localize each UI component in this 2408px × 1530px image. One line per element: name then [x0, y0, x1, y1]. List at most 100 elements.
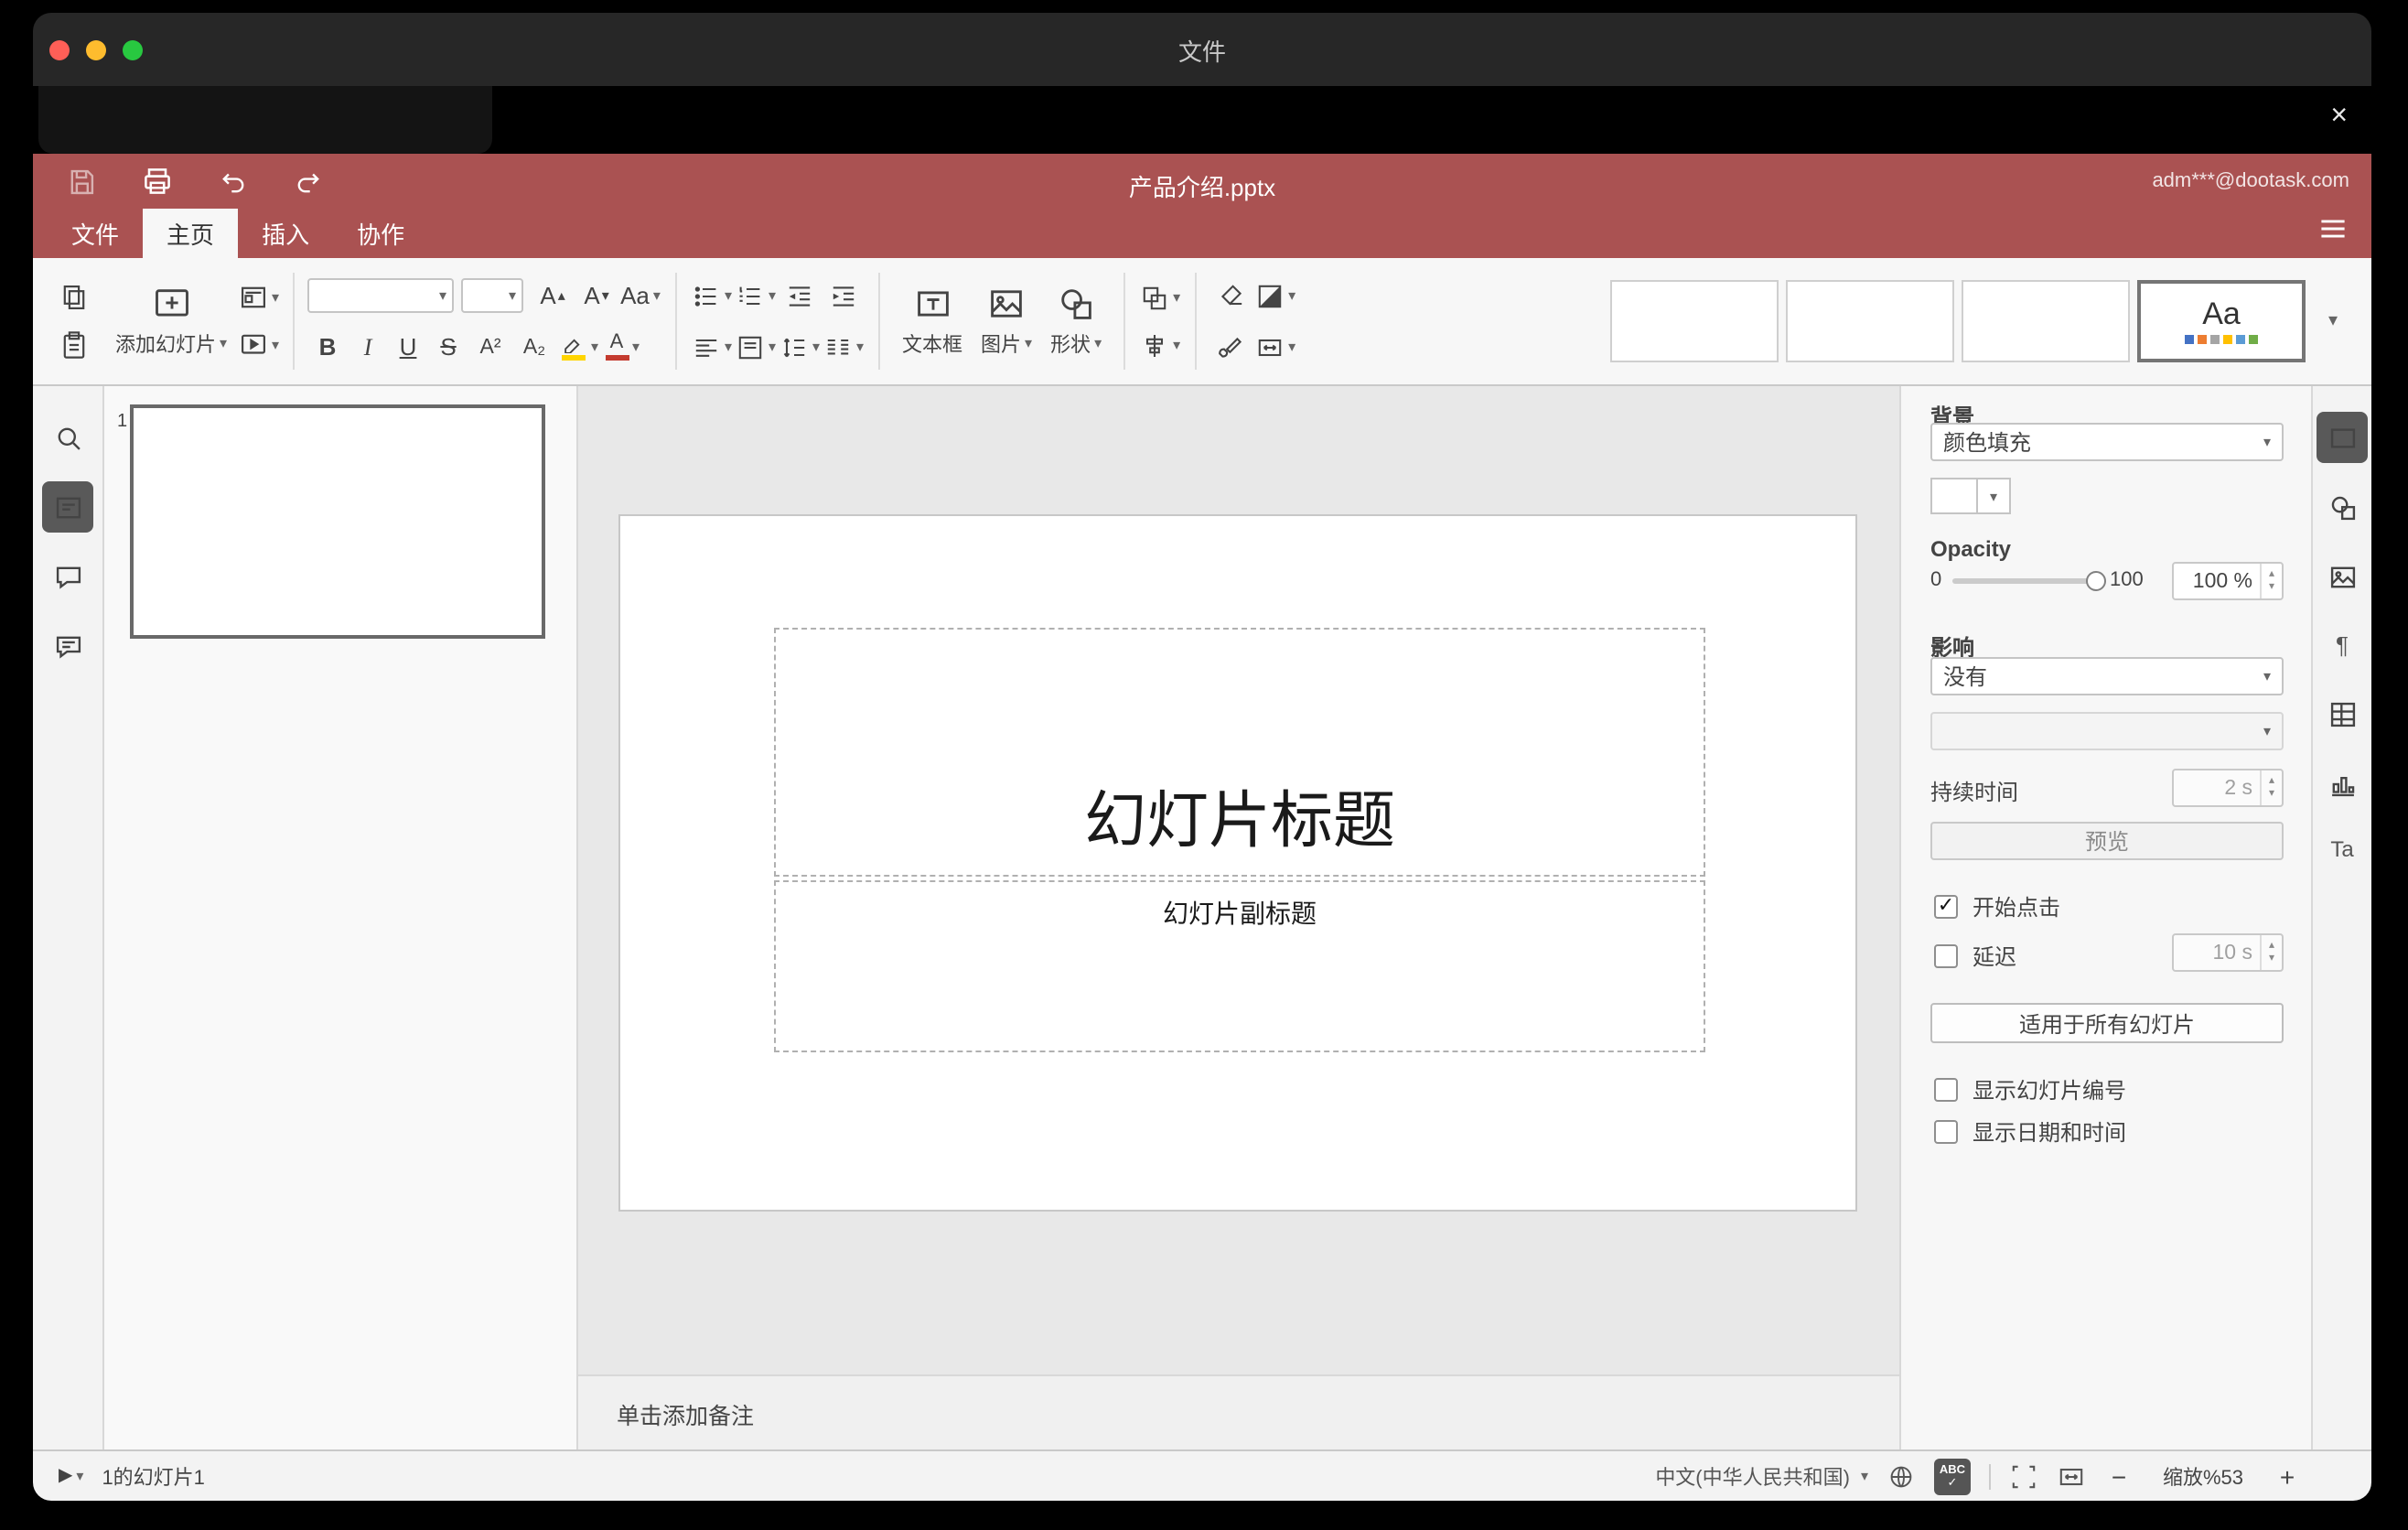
italic-button[interactable]: I	[348, 325, 388, 369]
increase-indent-button[interactable]	[822, 274, 865, 318]
fill-color-button[interactable]: ▾	[1253, 274, 1297, 318]
image-settings-button[interactable]	[2317, 551, 2368, 602]
tab-insert[interactable]: 插入	[238, 209, 333, 258]
bullets-button[interactable]: ▾	[690, 274, 734, 318]
increase-font-button[interactable]: A ▴	[531, 274, 575, 318]
delay-field[interactable]: 10 s ▴ ▾	[2172, 933, 2284, 972]
decrease-font-button[interactable]: A ▾	[575, 274, 618, 318]
spinner-arrows[interactable]: ▴ ▾	[2260, 935, 2282, 970]
spinner-arrows[interactable]: ▴ ▾	[2260, 564, 2282, 598]
start-on-click-checkbox[interactable]: ✓	[1934, 895, 1958, 919]
clear-style-button[interactable]	[1209, 274, 1253, 318]
horizontal-align-button[interactable]: ▾	[690, 325, 734, 369]
change-case-button[interactable]: Aa ▾	[618, 274, 662, 318]
start-slideshow-status-button[interactable]: ▶ ▾	[59, 1454, 83, 1498]
insert-shape-button[interactable]: 形状 ▾	[1041, 268, 1111, 374]
theme-option-1[interactable]	[1610, 280, 1779, 362]
font-size-select[interactable]: ▾	[461, 278, 524, 313]
columns-button[interactable]: ▾	[822, 325, 865, 369]
add-slide-button[interactable]: 添加幻灯片 ▾	[106, 268, 236, 374]
table-settings-button[interactable]	[2317, 688, 2368, 739]
theme-gallery-expand-button[interactable]: ▾	[2313, 280, 2349, 362]
strikethrough-button[interactable]: S	[428, 325, 468, 369]
menu-button[interactable]	[2317, 212, 2349, 245]
opacity-slider-knob[interactable]	[2086, 571, 2106, 591]
copy-style-button[interactable]	[1209, 325, 1253, 369]
chevron-down-icon: ▾	[769, 286, 777, 303]
chevron-down-icon: ▾	[812, 338, 821, 354]
arrange-shape-button[interactable]: ▾	[1138, 275, 1182, 319]
decrease-indent-button[interactable]	[778, 274, 822, 318]
chart-settings-button[interactable]	[2317, 758, 2368, 809]
slides-panel-button[interactable]	[42, 481, 93, 533]
comments-panel-button[interactable]	[42, 551, 93, 602]
background-color-swatch[interactable]: ▾	[1930, 478, 2011, 514]
numbering-button[interactable]: ▾	[734, 274, 778, 318]
home-toolbar: 添加幻灯片 ▾ ▾ ▾ ▾ ▾ A ▴ A ▾ Aa ▾ B I U S A² …	[33, 258, 2371, 386]
bold-button[interactable]: B	[307, 325, 348, 369]
subtitle-placeholder[interactable]: 幻灯片副标题	[774, 880, 1705, 1052]
highlight-color-button[interactable]: ▾	[556, 325, 600, 369]
tab-collaboration[interactable]: 协作	[333, 209, 428, 258]
paragraph-settings-button[interactable]: ¶	[2317, 619, 2368, 670]
slide-thumbnail-1[interactable]	[130, 404, 545, 639]
theme-option-3[interactable]	[1962, 280, 2130, 362]
palette-swatch	[2210, 335, 2220, 344]
underline-button[interactable]: U	[388, 325, 428, 369]
show-slide-number-checkbox[interactable]	[1934, 1078, 1958, 1102]
font-name-select[interactable]: ▾	[307, 278, 455, 313]
align-shape-button[interactable]: ▾	[1138, 323, 1182, 367]
apply-to-all-slides-button[interactable]: 适用于所有幻灯片	[1930, 1003, 2284, 1043]
font-color-button[interactable]: A ▾	[600, 325, 644, 369]
zoom-in-button[interactable]: +	[2273, 1461, 2302, 1491]
search-panel-button[interactable]	[42, 412, 93, 463]
opacity-slider-track[interactable]	[1952, 578, 2106, 584]
superscript-button[interactable]: A²	[468, 325, 512, 369]
spinner-arrows[interactable]: ▴ ▾	[2260, 770, 2282, 805]
change-layout-button[interactable]: ▾	[236, 275, 280, 319]
language-button[interactable]: 中文(中华人民共和国) ▾	[1655, 1461, 1868, 1491]
insert-image-button[interactable]: 图片 ▾	[972, 268, 1041, 374]
outdent-icon	[785, 281, 814, 310]
background-fill-select[interactable]: 颜色填充 ▾	[1930, 423, 2284, 461]
webview-top-strip: ×	[33, 86, 2371, 154]
chevron-down-icon: ▾	[856, 338, 865, 354]
theme-option-2[interactable]	[1786, 280, 1954, 362]
set-language-button[interactable]	[1887, 1454, 1916, 1498]
title-placeholder[interactable]: 幻灯片标题	[774, 628, 1705, 877]
opacity-value-field[interactable]: 100 % ▴ ▾	[2172, 562, 2284, 600]
app-stage: 文件 × 产品介绍.pptx adm***@dootask.com 文件 主页	[0, 0, 2408, 1530]
effect-select[interactable]: 没有 ▾	[1930, 657, 2284, 695]
chat-panel-button[interactable]	[42, 620, 93, 672]
show-date-time-checkbox[interactable]	[1934, 1120, 1958, 1144]
theme-option-selected[interactable]: Aa	[2137, 280, 2306, 362]
duration-field[interactable]: 2 s ▴ ▾	[2172, 769, 2284, 807]
chevron-down-icon: ▾	[725, 338, 733, 354]
spellcheck-button[interactable]: ABC ✓	[1934, 1458, 1971, 1494]
slide-settings-button[interactable]	[2317, 412, 2368, 463]
zoom-out-button[interactable]: −	[2104, 1461, 2134, 1491]
effect-type-select[interactable]: ▾	[1930, 712, 2284, 750]
fit-width-button[interactable]	[2057, 1454, 2086, 1498]
shape-settings-button[interactable]	[2317, 481, 2368, 533]
paste-button[interactable]	[51, 323, 95, 367]
vertical-align-button[interactable]: ▾	[734, 325, 778, 369]
notes-area[interactable]: 单击添加备注	[578, 1374, 1899, 1449]
start-slideshow-button[interactable]: ▾	[236, 323, 280, 367]
line-spacing-button[interactable]: ▾	[778, 325, 822, 369]
current-slide[interactable]: 幻灯片标题 幻灯片副标题	[618, 514, 1857, 1212]
preview-button[interactable]: 预览	[1930, 822, 2284, 860]
fit-slide-button[interactable]	[2009, 1454, 2038, 1498]
overlay-close-button[interactable]: ×	[2330, 102, 2348, 132]
copy-button[interactable]	[51, 275, 95, 319]
tab-file[interactable]: 文件	[48, 209, 143, 258]
tab-home[interactable]: 主页	[143, 209, 239, 258]
slide-size-button[interactable]: ▾	[1253, 325, 1297, 369]
chevron-down-icon: ▾	[652, 286, 661, 303]
textart-settings-button[interactable]: Ta	[2317, 824, 2368, 875]
subscript-button[interactable]: A₂	[512, 325, 556, 369]
insert-textbox-button[interactable]: 文本框	[893, 268, 972, 374]
duration-label: 持续时间	[1930, 780, 2019, 805]
statusbar-divider	[1989, 1463, 1991, 1489]
delay-checkbox[interactable]	[1934, 944, 1958, 968]
